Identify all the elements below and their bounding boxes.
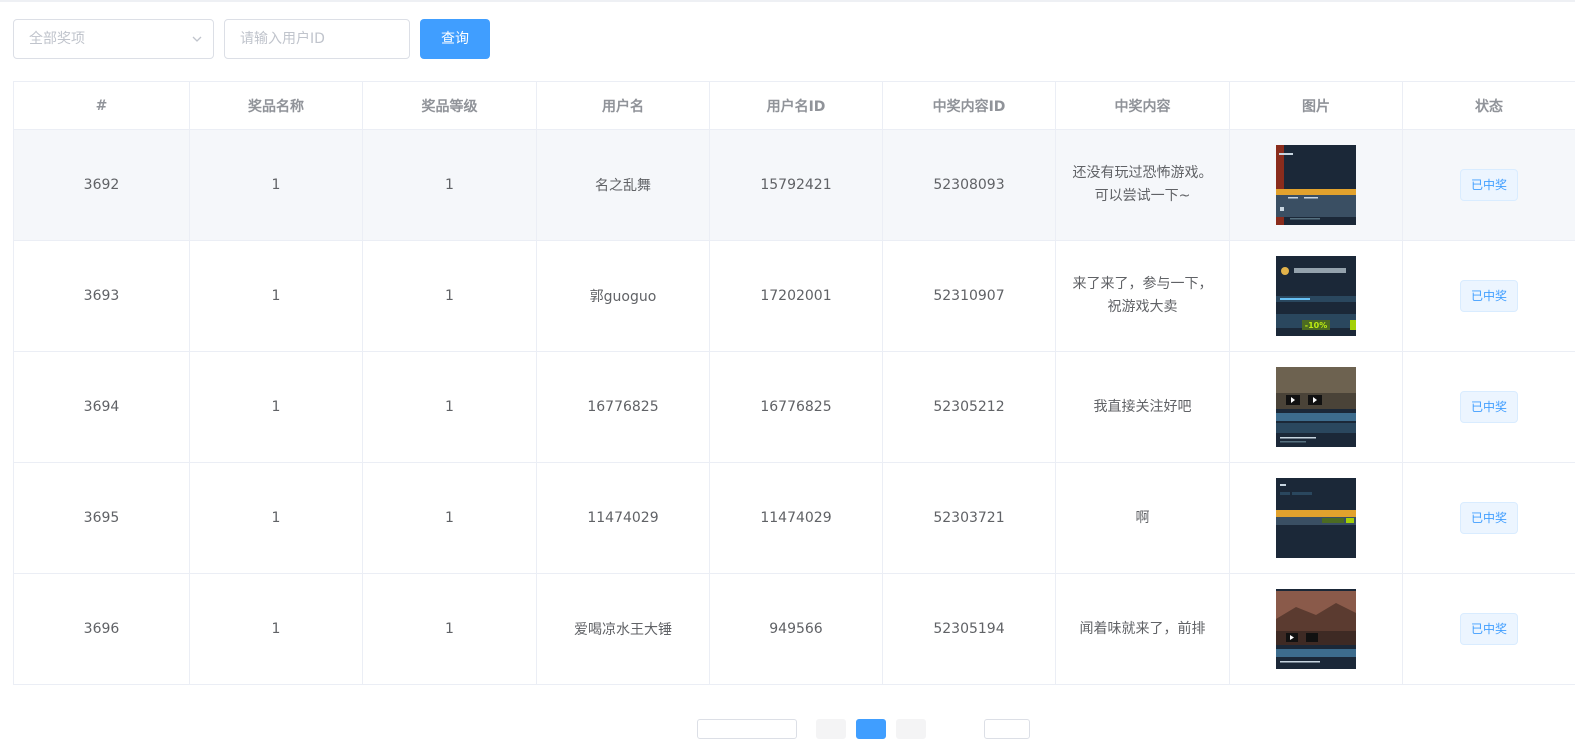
cell-prize-name: 1: [190, 463, 363, 574]
status-badge: 已中奖: [1460, 169, 1518, 201]
cell-username: 名之乱舞: [537, 130, 710, 241]
col-header-user-id: 用户名ID: [710, 82, 883, 130]
cell-prize-level: 1: [363, 352, 537, 463]
col-header-index: #: [14, 82, 190, 130]
col-header-status: 状态: [1403, 82, 1575, 130]
cell-status: 已中奖: [1403, 130, 1575, 241]
screenshot-thumbnail[interactable]: [1276, 478, 1356, 558]
cell-prize-level: 1: [363, 130, 537, 241]
cell-image: [1230, 130, 1403, 241]
prev-page-button[interactable]: [816, 719, 846, 739]
table-row[interactable]: 3694 1 1 16776825 16776825 52305212 我直接关…: [14, 352, 1575, 463]
cell-prize-name: 1: [190, 352, 363, 463]
screenshot-thumbnail[interactable]: [1276, 367, 1356, 447]
cell-prize-level: 1: [363, 463, 537, 574]
content-text: 闻着味就来了，前排: [1080, 618, 1206, 641]
cell-user-id: 949566: [710, 574, 883, 685]
cell-prize-name: 1: [190, 241, 363, 352]
content-text: 还没有玩过恐怖游戏。可以尝试一下~: [1073, 162, 1213, 208]
table-row[interactable]: 3695 1 1 11474029 11474029 52303721 啊: [14, 463, 1575, 574]
query-button[interactable]: 查询: [420, 19, 490, 59]
cell-username: 郭guoguo: [537, 241, 710, 352]
discount-label: -10%: [1305, 321, 1327, 330]
cell-status: 已中奖: [1403, 463, 1575, 574]
cell-prize-name: 1: [190, 130, 363, 241]
cell-prize-level: 1: [363, 241, 537, 352]
top-divider: [0, 0, 1575, 2]
col-header-content-id: 中奖内容ID: [883, 82, 1056, 130]
status-badge: 已中奖: [1460, 502, 1518, 534]
cell-image: [1230, 352, 1403, 463]
status-badge: 已中奖: [1460, 391, 1518, 423]
cell-content-id: 52305212: [883, 352, 1056, 463]
cell-content-id: 52308093: [883, 130, 1056, 241]
table-row[interactable]: 3692 1 1 名之乱舞 15792421 52308093 还没有玩过恐怖游…: [14, 130, 1575, 241]
cell-index: 3692: [14, 130, 190, 241]
winners-table: # 奖品名称 奖品等级 用户名 用户名ID 中奖内容ID 中奖内容 图片 状态 …: [13, 81, 1575, 687]
prize-select[interactable]: 全部奖项: [13, 19, 214, 59]
cell-content: 我直接关注好吧: [1056, 352, 1230, 463]
cell-user-id: 16776825: [710, 352, 883, 463]
jump-page-input[interactable]: [984, 719, 1030, 739]
content-text: 来了来了，参与一下，祝游戏大卖: [1073, 273, 1213, 319]
cell-content: 还没有玩过恐怖游戏。可以尝试一下~: [1056, 130, 1230, 241]
cell-status: 已中奖: [1403, 241, 1575, 352]
cell-image: [1230, 574, 1403, 685]
screenshot-thumbnail[interactable]: [1276, 145, 1356, 225]
cell-username: 16776825: [537, 352, 710, 463]
prize-select-placeholder: 全部奖项: [29, 31, 85, 47]
cell-user-id: 11474029: [710, 463, 883, 574]
cell-content-id: 52310907: [883, 241, 1056, 352]
status-badge: 已中奖: [1460, 280, 1518, 312]
col-header-content: 中奖内容: [1056, 82, 1230, 130]
cell-username: 11474029: [537, 463, 710, 574]
screenshot-thumbnail[interactable]: [1276, 589, 1356, 669]
cell-content-id: 52303721: [883, 463, 1056, 574]
chevron-down-icon: [191, 33, 203, 45]
content-text: 我直接关注好吧: [1094, 396, 1192, 419]
col-header-prize-name: 奖品名称: [190, 82, 363, 130]
content-text: 啊: [1136, 507, 1150, 530]
cell-image: [1230, 463, 1403, 574]
user-id-input[interactable]: [224, 19, 410, 59]
cell-index: 3695: [14, 463, 190, 574]
cell-image: -10%: [1230, 241, 1403, 352]
cell-index: 3693: [14, 241, 190, 352]
cell-content-id: 52305194: [883, 574, 1056, 685]
table-row[interactable]: 3693 1 1 郭guoguo 17202001 52310907 来了来了，…: [14, 241, 1575, 352]
cell-content: 闻着味就来了，前排: [1056, 574, 1230, 685]
cell-content: 啊: [1056, 463, 1230, 574]
screenshot-thumbnail[interactable]: -10%: [1276, 256, 1356, 336]
cell-username: 爱喝凉水王大锤: [537, 574, 710, 685]
col-header-username: 用户名: [537, 82, 710, 130]
status-badge: 已中奖: [1460, 613, 1518, 645]
table-header-row: # 奖品名称 奖品等级 用户名 用户名ID 中奖内容ID 中奖内容 图片 状态: [14, 82, 1575, 130]
table-row[interactable]: 3696 1 1 爱喝凉水王大锤 949566 52305194 闻着味就来了，…: [14, 574, 1575, 685]
cell-prize-name: 1: [190, 574, 363, 685]
cell-index: 3696: [14, 574, 190, 685]
page-button-active[interactable]: [856, 719, 886, 739]
cell-user-id: 15792421: [710, 130, 883, 241]
cell-user-id: 17202001: [710, 241, 883, 352]
col-header-image: 图片: [1230, 82, 1403, 130]
cell-status: 已中奖: [1403, 574, 1575, 685]
col-header-prize-level: 奖品等级: [363, 82, 537, 130]
cell-index: 3694: [14, 352, 190, 463]
cell-content: 来了来了，参与一下，祝游戏大卖: [1056, 241, 1230, 352]
cell-prize-level: 1: [363, 574, 537, 685]
next-page-button[interactable]: [896, 719, 926, 739]
page-size-select[interactable]: [697, 719, 797, 739]
cell-status: 已中奖: [1403, 352, 1575, 463]
